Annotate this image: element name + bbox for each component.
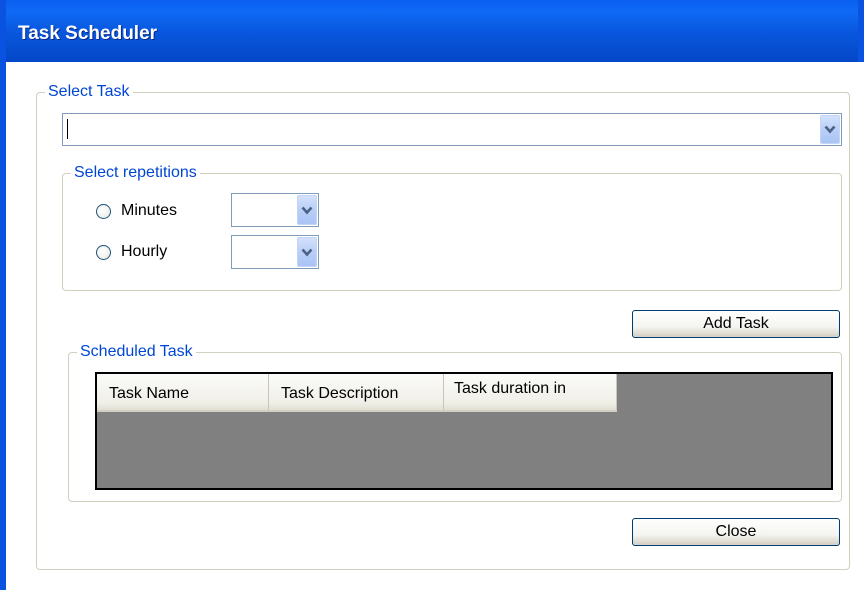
hourly-combobox[interactable]: [231, 235, 319, 269]
title-bar[interactable]: Task Scheduler: [6, 0, 864, 62]
column-header-task-duration[interactable]: Task duration in: [444, 374, 617, 410]
hourly-radio-label[interactable]: Hourly: [121, 243, 167, 261]
minutes-radio[interactable]: [96, 203, 111, 219]
task-combobox[interactable]: [62, 113, 842, 146]
task-scheduler-window: Task Scheduler Select Task Select repeti…: [0, 0, 864, 590]
scheduled-task-grid[interactable]: Task Name Task Description Task duration…: [95, 372, 833, 490]
select-repetitions-legend: Select repetitions: [71, 163, 200, 183]
column-header-task-name[interactable]: Task Name: [97, 374, 269, 410]
scheduled-task-legend: Scheduled Task: [77, 342, 196, 362]
close-button[interactable]: Close: [632, 518, 840, 546]
select-task-legend: Select Task: [45, 82, 133, 102]
hourly-radio-row[interactable]: Hourly: [96, 243, 167, 261]
chevron-down-icon: [301, 206, 313, 214]
add-task-button[interactable]: Add Task: [632, 310, 840, 338]
grid-header: Task Name Task Description Task duration…: [97, 374, 617, 412]
minutes-combobox-dropdown-button[interactable]: [297, 195, 317, 225]
chevron-down-icon: [824, 125, 836, 134]
column-header-task-description[interactable]: Task Description: [269, 374, 444, 410]
hourly-radio[interactable]: [96, 244, 111, 260]
task-combobox-dropdown-button[interactable]: [820, 115, 840, 144]
hourly-combobox-dropdown-button[interactable]: [297, 237, 317, 267]
minutes-radio-label[interactable]: Minutes: [121, 202, 177, 220]
window-title: Task Scheduler: [18, 23, 158, 44]
minutes-combobox[interactable]: [231, 193, 319, 227]
minutes-radio-row[interactable]: Minutes: [96, 202, 177, 220]
select-repetitions-group: Select repetitions: [62, 163, 842, 291]
task-combobox-value[interactable]: [67, 119, 68, 139]
chevron-down-icon: [301, 248, 313, 256]
